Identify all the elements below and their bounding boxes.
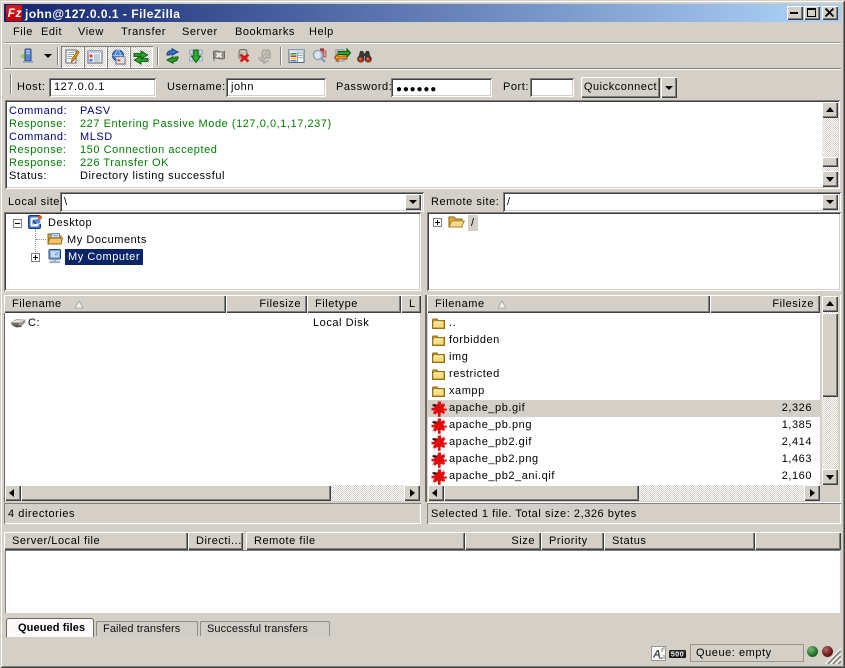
svg-text:Fz: Fz bbox=[8, 6, 22, 20]
svg-text:500: 500 bbox=[671, 652, 684, 658]
